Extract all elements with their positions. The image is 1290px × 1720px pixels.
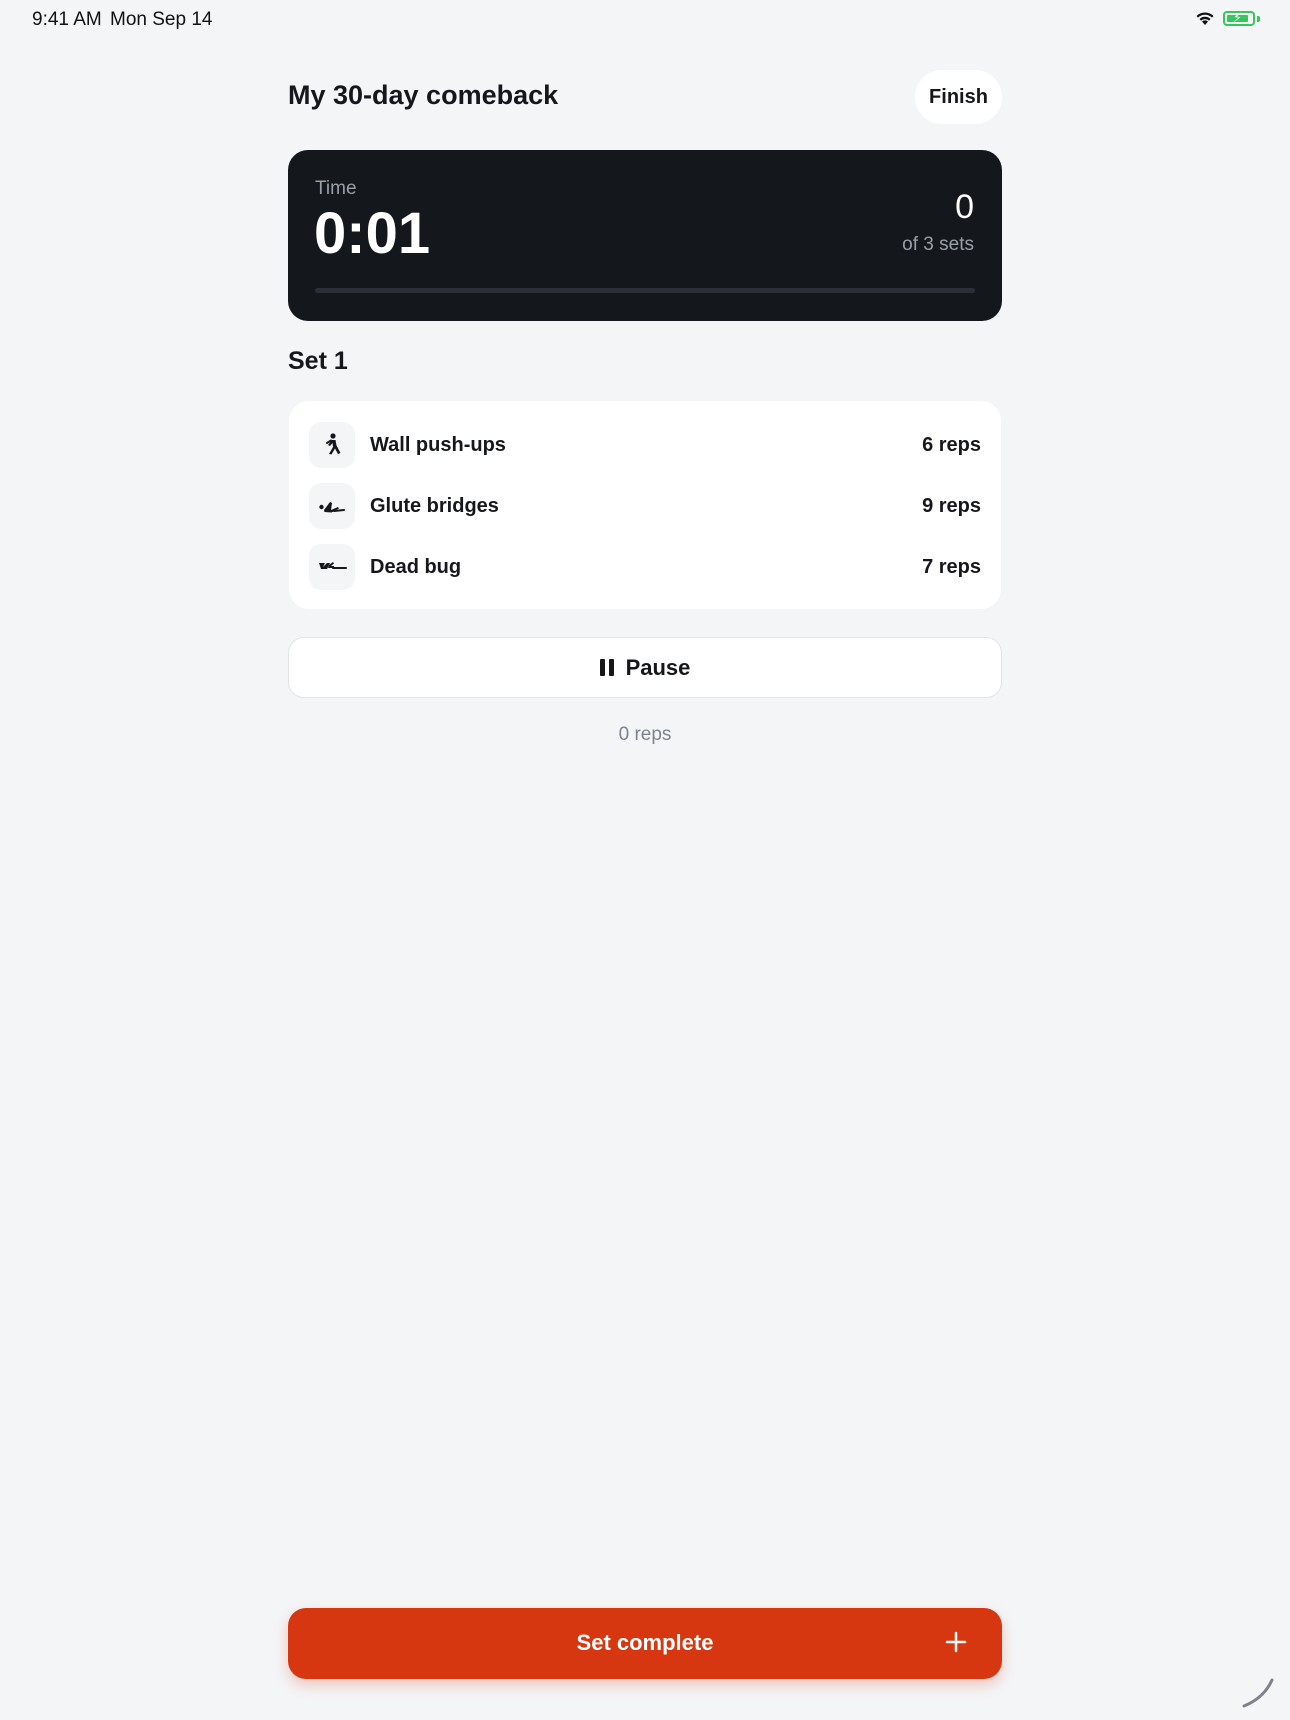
- pause-label: Pause: [625, 654, 691, 680]
- status-icons: ⚡: [1195, 10, 1260, 26]
- sets-caption: of 3 sets: [902, 234, 974, 255]
- pause-icon: [599, 659, 614, 676]
- exercise-row[interactable]: Glute bridges 9 reps: [309, 483, 981, 529]
- status-time: 9:41 AM: [32, 9, 102, 30]
- set-complete-label: Set complete: [576, 1630, 714, 1655]
- finish-button[interactable]: Finish: [915, 70, 1002, 124]
- set-heading: Set 1: [288, 347, 348, 375]
- exercise-name: Dead bug: [370, 555, 462, 578]
- exercise-name: Wall push-ups: [370, 433, 506, 456]
- plus-icon[interactable]: [940, 1626, 972, 1658]
- battery-icon: ⚡: [1223, 10, 1255, 26]
- exercise-reps: 9 reps: [922, 494, 981, 517]
- resize-handle-icon[interactable]: [1240, 1674, 1276, 1710]
- exercise-row[interactable]: Dead bug 7 reps: [309, 544, 981, 590]
- exercise-row[interactable]: Wall push-ups 6 reps: [309, 422, 981, 468]
- sets-progress-bar: [315, 288, 975, 293]
- workout-title: My 30-day comeback: [288, 80, 559, 110]
- push-up-icon: [309, 422, 355, 468]
- status-bar: 9:41 AM Mon Sep 14 ⚡: [0, 0, 1290, 40]
- pause-button[interactable]: Pause: [288, 637, 1002, 698]
- exercise-reps: 7 reps: [922, 555, 981, 578]
- exercise-reps: 6 reps: [922, 433, 981, 456]
- exercise-name: Glute bridges: [370, 494, 499, 517]
- reps-total: 0 reps: [618, 724, 672, 745]
- dead-bug-icon: [309, 544, 355, 590]
- wifi-icon: [1196, 12, 1214, 25]
- glute-bridge-icon: [309, 483, 355, 529]
- sets-completed-count: 0: [955, 188, 974, 226]
- timer-value: 0:01: [314, 201, 431, 266]
- timer-card: Time 0:01 0 of 3 sets: [288, 150, 1002, 321]
- status-date: Mon Sep 14: [110, 9, 213, 30]
- set-complete-button[interactable]: Set complete: [288, 1608, 1002, 1679]
- exercise-list: Wall push-ups 6 reps Glute bridges 9 rep…: [289, 401, 1001, 609]
- timer-label: Time: [315, 178, 357, 199]
- battery-cap: [1257, 15, 1260, 22]
